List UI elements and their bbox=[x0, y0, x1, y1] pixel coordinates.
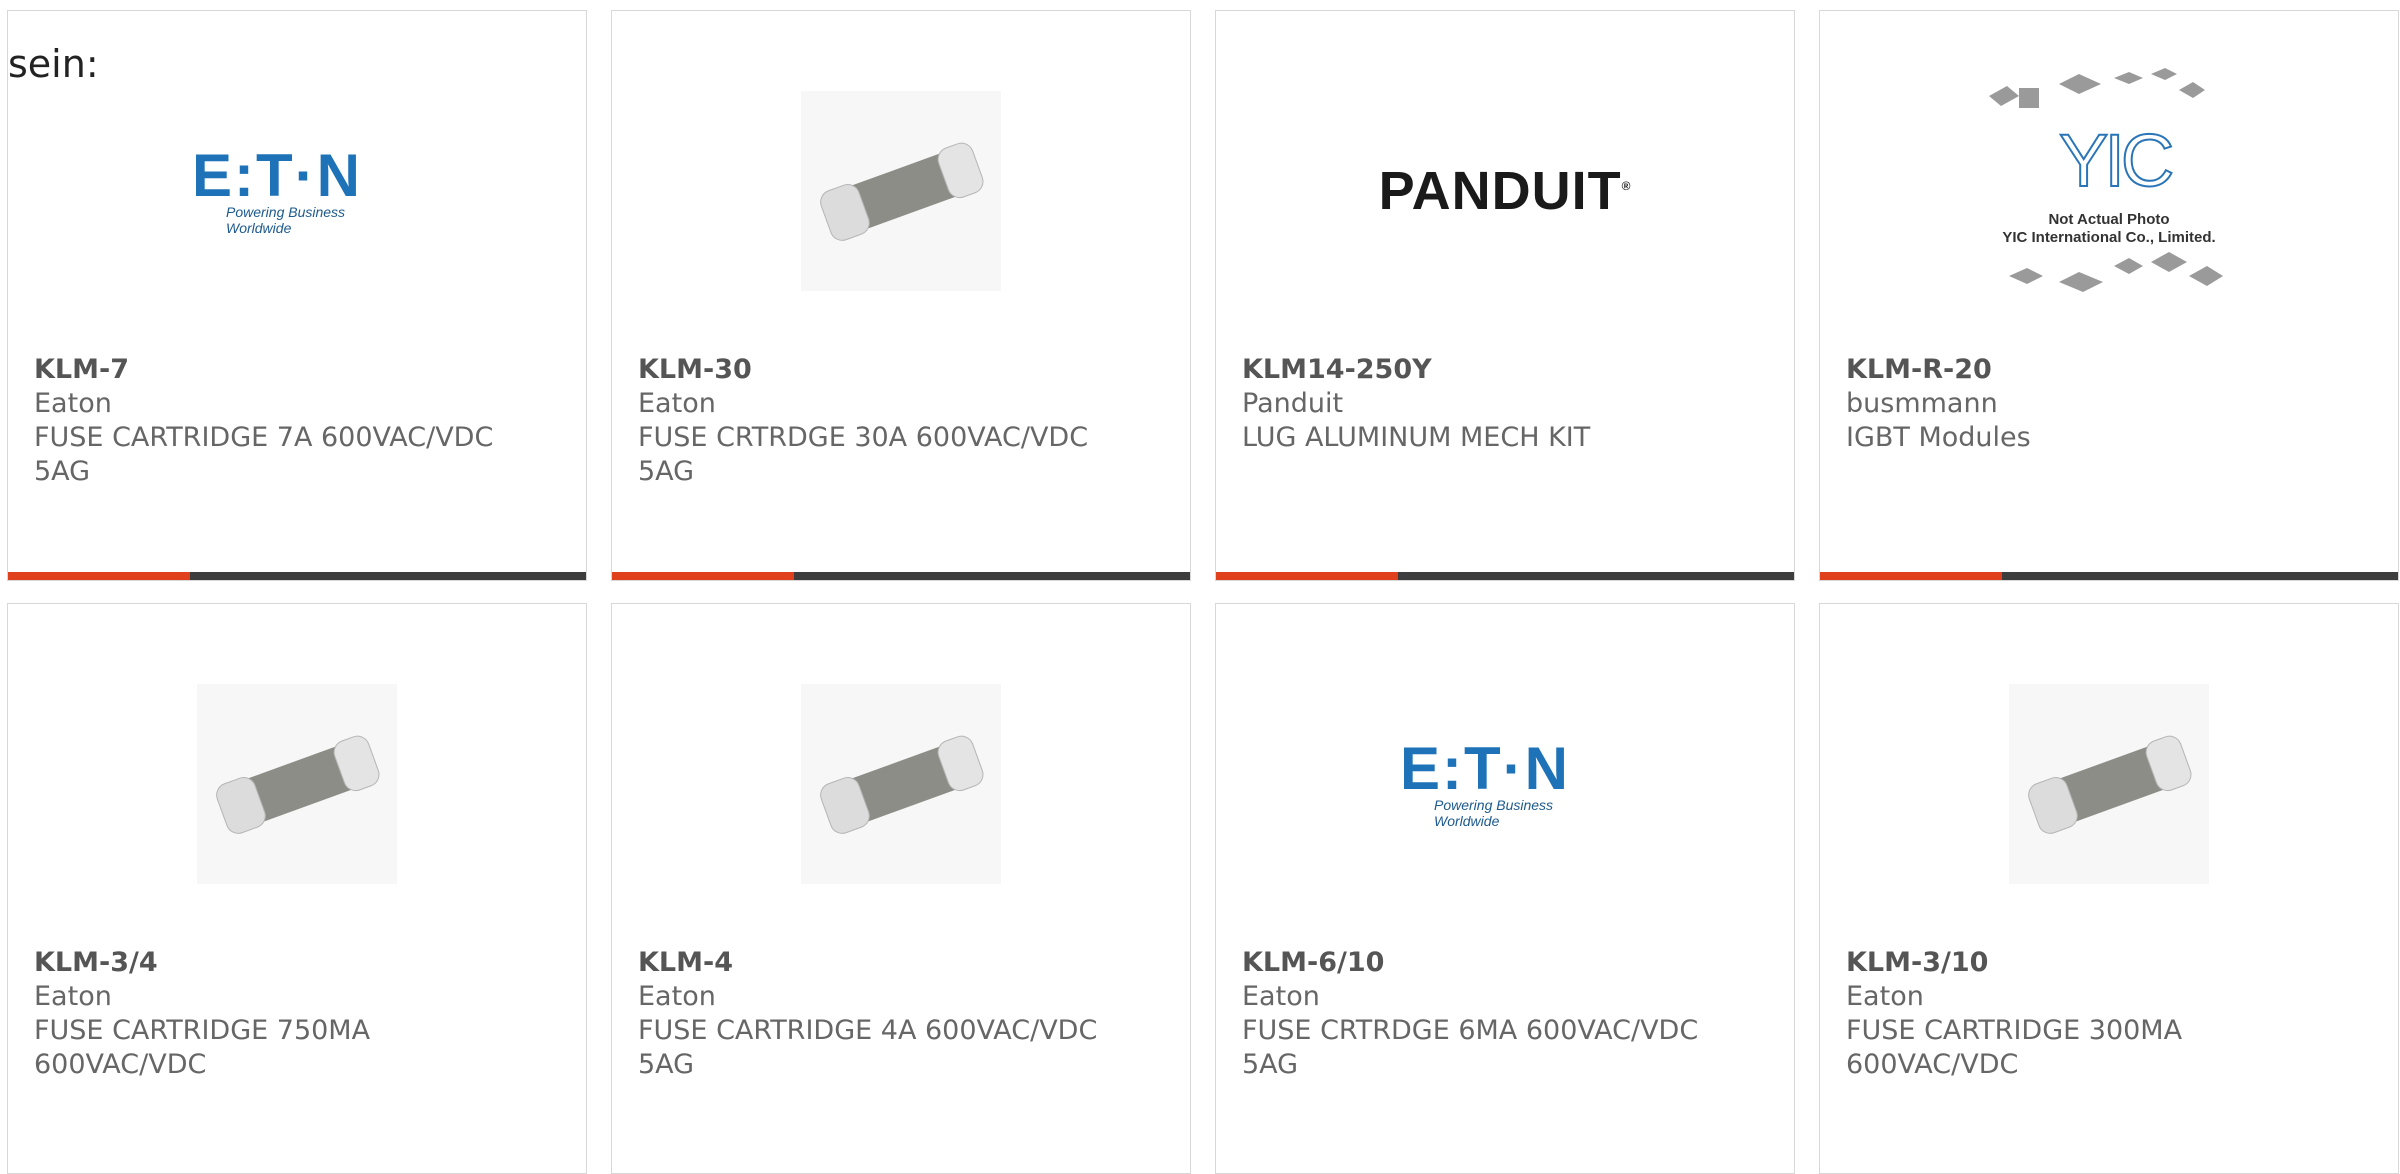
product-image[interactable]: YIC Not Actual Photo YIC International C… bbox=[1820, 68, 2398, 301]
part-number[interactable]: KLM-30 bbox=[638, 353, 1164, 387]
product-grid: E:T·N Powering Business Worldwide KLM-7 … bbox=[7, 10, 2399, 1174]
description: LUG ALUMINUM MECH KIT bbox=[1242, 422, 1591, 453]
manufacturer: Eaton bbox=[1242, 981, 1320, 1012]
product-card[interactable]: KLM-3/10 Eaton FUSE CARTRIDGE 300MA 600V… bbox=[1819, 603, 2399, 1174]
fuse-photo bbox=[801, 91, 1001, 291]
description: FUSE CARTRIDGE 7A 600VAC/VDC 5AG bbox=[34, 422, 494, 487]
manufacturer: Eaton bbox=[1846, 981, 1924, 1012]
description: FUSE CARTRIDGE 300MA 600VAC/VDC bbox=[1846, 1015, 2183, 1080]
panduit-logo: PANDUIT® bbox=[1378, 161, 1632, 221]
eaton-logo: E:T·N Powering Business Worldwide bbox=[192, 142, 362, 237]
card-bar bbox=[8, 572, 586, 580]
description: FUSE CRTRDGE 30A 600VAC/VDC 5AG bbox=[638, 422, 1089, 487]
product-image[interactable] bbox=[612, 674, 1190, 894]
fuse-photo bbox=[197, 684, 397, 884]
product-card[interactable]: KLM-3/4 Eaton FUSE CARTRIDGE 750MA 600VA… bbox=[7, 603, 587, 1174]
manufacturer: Eaton bbox=[34, 981, 112, 1012]
part-number[interactable]: KLM-4 bbox=[638, 946, 1164, 980]
manufacturer: Eaton bbox=[638, 388, 716, 419]
product-card[interactable]: PANDUIT® KLM14-250Y Panduit LUG ALUMINUM… bbox=[1215, 10, 1795, 581]
part-number[interactable]: KLM-R-20 bbox=[1846, 353, 2372, 387]
manufacturer: Panduit bbox=[1242, 388, 1344, 419]
product-card[interactable]: KLM-30 Eaton FUSE CRTRDGE 30A 600VAC/VDC… bbox=[611, 10, 1191, 581]
part-number[interactable]: KLM-3/10 bbox=[1846, 946, 2372, 980]
part-number[interactable]: KLM-3/4 bbox=[34, 946, 560, 980]
product-card[interactable]: YIC Not Actual Photo YIC International C… bbox=[1819, 10, 2399, 581]
manufacturer: busmmann bbox=[1846, 388, 1998, 419]
eaton-logo: E:T·N Powering Business Worldwide bbox=[1400, 735, 1570, 830]
description: FUSE CARTRIDGE 750MA 600VAC/VDC bbox=[34, 1015, 371, 1080]
card-bar bbox=[612, 572, 1190, 580]
fuse-photo bbox=[2009, 684, 2209, 884]
fuse-photo bbox=[801, 684, 1001, 884]
description: IGBT Modules bbox=[1846, 422, 2031, 453]
product-image[interactable]: E:T·N Powering Business Worldwide bbox=[8, 81, 586, 301]
manufacturer: Eaton bbox=[34, 388, 112, 419]
product-card[interactable]: E:T·N Powering Business Worldwide KLM-6/… bbox=[1215, 603, 1795, 1174]
part-number[interactable]: KLM-6/10 bbox=[1242, 946, 1768, 980]
description: FUSE CRTRDGE 6MA 600VAC/VDC 5AG bbox=[1242, 1015, 1699, 1080]
product-image[interactable] bbox=[1820, 674, 2398, 894]
manufacturer: Eaton bbox=[638, 981, 716, 1012]
card-bar bbox=[1820, 572, 2398, 580]
product-image[interactable] bbox=[612, 81, 1190, 301]
part-number[interactable]: KLM-7 bbox=[34, 353, 560, 387]
lead-text: sein: bbox=[8, 42, 99, 86]
product-image[interactable]: PANDUIT® bbox=[1216, 81, 1794, 301]
product-image[interactable] bbox=[8, 674, 586, 894]
card-bar bbox=[1216, 572, 1794, 580]
part-number[interactable]: KLM14-250Y bbox=[1242, 353, 1768, 387]
product-image[interactable]: E:T·N Powering Business Worldwide bbox=[1216, 674, 1794, 894]
product-card[interactable]: E:T·N Powering Business Worldwide KLM-7 … bbox=[7, 10, 587, 581]
description: FUSE CARTRIDGE 4A 600VAC/VDC 5AG bbox=[638, 1015, 1098, 1080]
yic-placeholder-image: YIC Not Actual Photo YIC International C… bbox=[1979, 66, 2239, 316]
product-card[interactable]: KLM-4 Eaton FUSE CARTRIDGE 4A 600VAC/VDC… bbox=[611, 603, 1191, 1174]
